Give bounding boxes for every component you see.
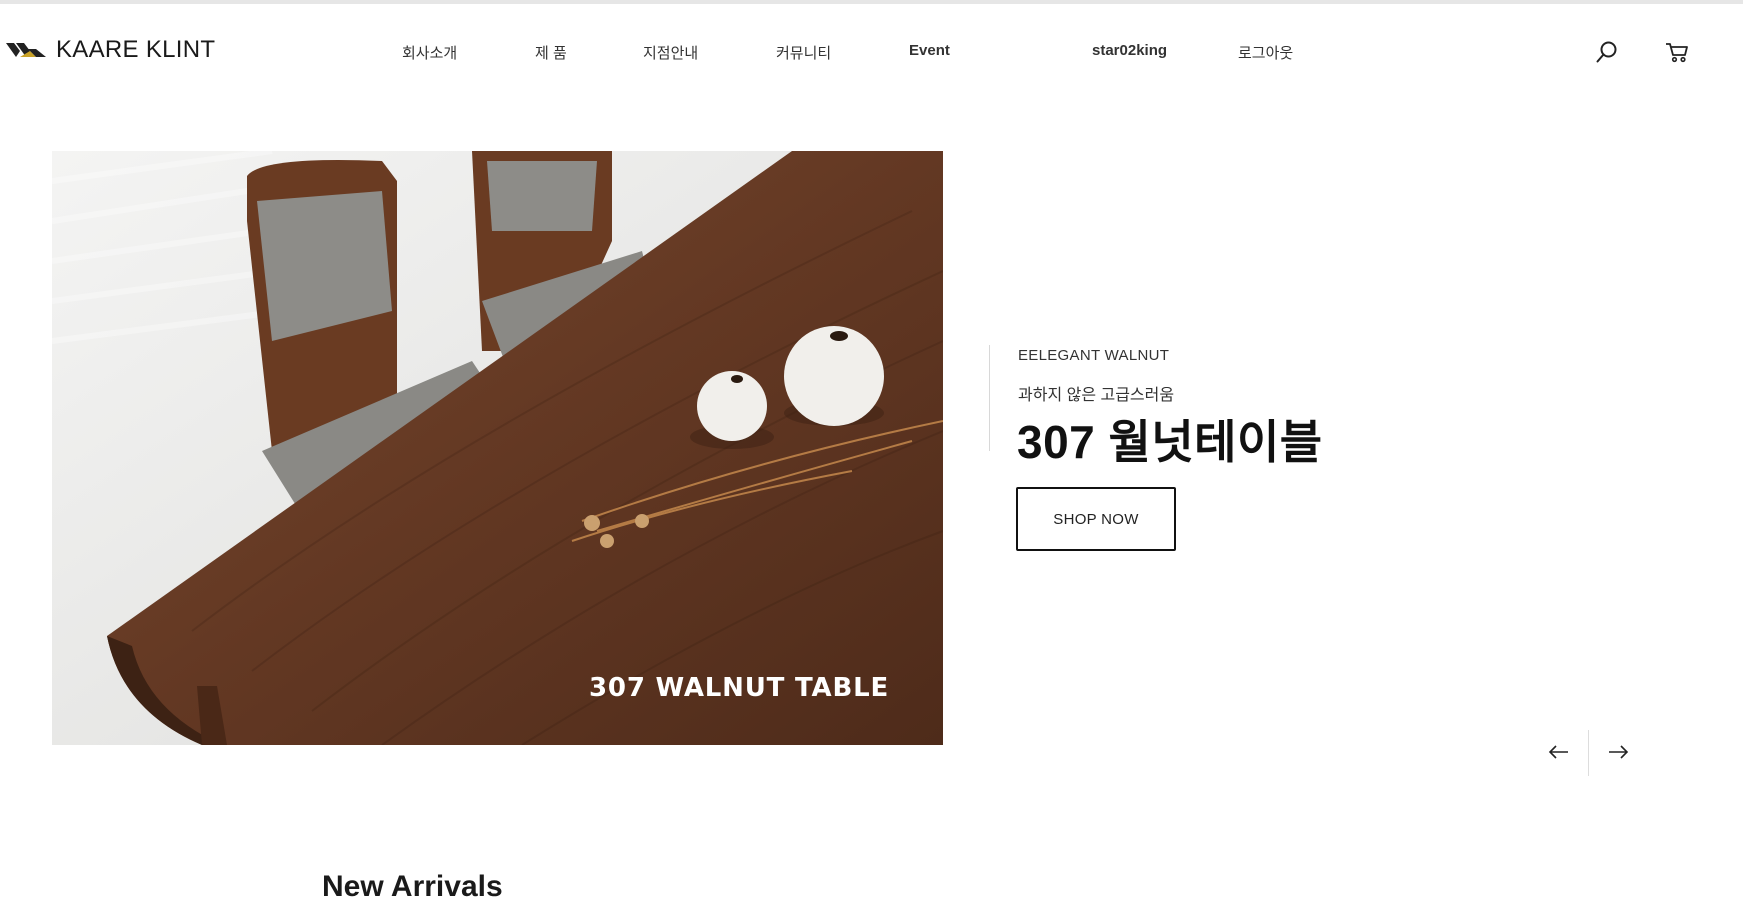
hero-image-caption: 307 WALNUT TABLE	[589, 673, 889, 703]
arrow-right-icon	[1609, 745, 1629, 759]
walnut-table-photo	[52, 151, 943, 745]
slider-divider	[1588, 730, 1589, 776]
search-button[interactable]	[1593, 38, 1621, 66]
nav-item-community[interactable]: 커뮤니티	[776, 42, 831, 63]
slider-next-button[interactable]	[1600, 736, 1636, 768]
brand-logo[interactable]: KAARE KLINT	[6, 36, 215, 64]
search-icon	[1596, 41, 1617, 63]
cart-button[interactable]	[1663, 38, 1691, 66]
promo-divider	[989, 345, 990, 451]
arrow-left-icon	[1548, 745, 1568, 759]
nav-item-logout[interactable]: 로그아웃	[1238, 42, 1293, 63]
shop-now-button[interactable]: SHOP NOW	[1016, 487, 1176, 551]
promo-subtitle: 과하지 않은 고급스러움	[1018, 387, 1175, 404]
site-header: KAARE KLINT 회사소개 제 품 지점안내 커뮤니티 Event sta…	[0, 4, 1743, 94]
nav-item-products[interactable]: 제 품	[535, 42, 567, 63]
nav-item-company[interactable]: 회사소개	[402, 42, 457, 63]
nav-item-branches[interactable]: 지점안내	[643, 42, 698, 63]
new-arrivals-title: New Arrivals	[322, 870, 503, 903]
promo-title: 307 월넛테이블	[1017, 416, 1323, 468]
slider-prev-button[interactable]	[1541, 736, 1577, 768]
nav-item-username[interactable]: star02king	[1092, 42, 1167, 59]
logo-mark-icon	[6, 43, 46, 57]
cart-icon	[1666, 43, 1688, 63]
logo-text: KAARE KLINT	[56, 36, 216, 63]
hero-product-image[interactable]: 307 WALNUT TABLE	[52, 151, 943, 745]
promo-eyebrow: EELEGANT WALNUT	[1018, 347, 1170, 364]
nav-item-event[interactable]: Event	[909, 42, 950, 59]
